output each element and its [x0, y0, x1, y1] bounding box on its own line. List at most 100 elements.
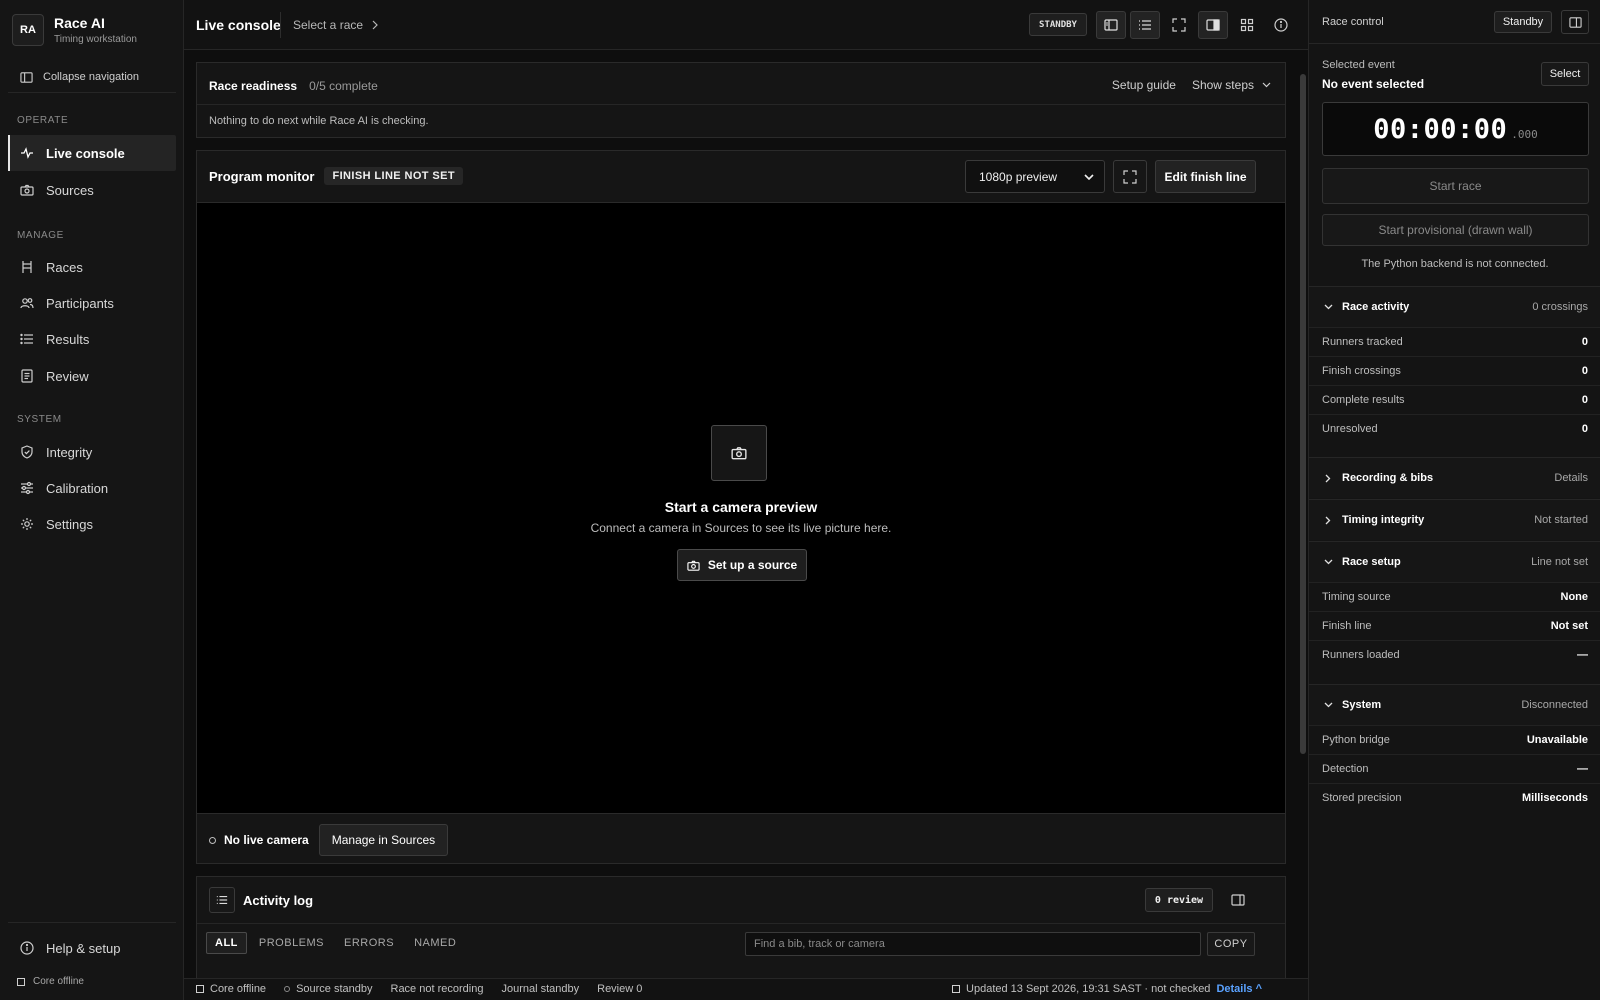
race-setup-header[interactable]: Race setup Line not set	[1309, 542, 1600, 582]
race-activity-header[interactable]: Race activity 0 crossings	[1309, 287, 1600, 327]
system-header[interactable]: System Disconnected	[1309, 685, 1600, 725]
filter-tab-errors[interactable]: ERRORS	[336, 932, 402, 954]
finish-flag-icon	[22, 261, 32, 273]
recording-bibs-header[interactable]: Recording & bibs Details	[1309, 458, 1600, 498]
grid-icon	[1240, 18, 1254, 32]
expand-icon	[1172, 18, 1186, 32]
kv-row: Timing source None	[1309, 582, 1600, 611]
select-race-breadcrumb[interactable]: Select a race	[293, 18, 379, 32]
sidebar-item-review[interactable]: Review	[8, 358, 176, 394]
system-section: System Disconnected Python bridge Unavail…	[1309, 684, 1600, 812]
section-label-operate: OPERATE	[17, 115, 69, 126]
readiness-title: Race readiness	[209, 79, 298, 93]
fullscreen-button[interactable]	[1164, 11, 1194, 39]
readiness-count: 0/5 complete	[309, 79, 378, 93]
sidebar-item-sources[interactable]: Sources	[8, 172, 176, 208]
layout-sidebar-button[interactable]	[1096, 11, 1126, 39]
kv-row: Complete results 0	[1309, 385, 1600, 414]
update-status-indicator	[952, 985, 961, 993]
activity-filter-tabs: ALL PROBLEMS ERRORS NAMED	[206, 932, 468, 954]
status-core-label: Core offline	[210, 983, 267, 995]
monitor-fullscreen-button[interactable]	[1113, 160, 1147, 193]
manage-in-sources-button[interactable]: Manage in Sources	[318, 824, 449, 856]
chevron-right-icon	[372, 20, 378, 30]
kv-key: Stored precision	[1322, 792, 1402, 804]
grid-view-button[interactable]	[1232, 11, 1262, 39]
start-race-button[interactable]: Start race	[1322, 168, 1589, 204]
right-panel-icon	[1568, 16, 1582, 28]
kv-row: Python bridge Unavailable	[1309, 725, 1600, 754]
filter-tab-problems[interactable]: PROBLEMS	[251, 932, 332, 954]
live-camera-status: No live camera	[224, 833, 309, 847]
brand-title: Race AI	[54, 15, 105, 31]
select-race-label: Select a race	[293, 18, 364, 32]
sidebar-item-label: Integrity	[46, 444, 93, 460]
activity-panel-toggle[interactable]	[1227, 889, 1249, 911]
status-review: Review 0	[597, 983, 643, 995]
chevron-down-icon	[1084, 173, 1094, 180]
chevron-down-icon	[1324, 559, 1332, 565]
copy-log-button[interactable]: COPY	[1207, 932, 1255, 956]
timing-integrity-section: Timing integrity Not started	[1309, 499, 1600, 540]
activity-log-menu-button[interactable]	[209, 887, 235, 913]
setup-guide-link[interactable]: Setup guide	[1112, 78, 1176, 92]
filter-tab-named[interactable]: NAMED	[406, 932, 464, 954]
section-title: Recording & bibs	[1342, 472, 1434, 484]
sidebar-item-label: Races	[46, 259, 83, 275]
expand-icon	[1123, 169, 1137, 184]
sidebar-item-races[interactable]: Races	[8, 249, 176, 285]
kv-value: Milliseconds	[1521, 792, 1588, 804]
sidebar-item-live-console[interactable]: Live console	[8, 135, 176, 171]
backend-status-message: The Python backend is not connected.	[1361, 258, 1549, 270]
right-panel-toggle-button[interactable]	[1198, 11, 1228, 39]
brand: RA Race AI Timing workstation	[12, 14, 137, 46]
race-activity-section: Race activity 0 crossings Runners tracke…	[1309, 286, 1600, 443]
brand-subtitle: Timing workstation	[54, 34, 137, 45]
layout-list-button[interactable]	[1130, 11, 1160, 39]
video-preview-area: Start a camera preview Connect a camera …	[197, 202, 1285, 814]
activity-search-input[interactable]	[745, 932, 1201, 956]
start-provisional-button[interactable]: Start provisional (drawn wall)	[1322, 214, 1589, 246]
kv-key: Detection	[1322, 763, 1369, 775]
sidebar-item-calibration[interactable]: Calibration	[8, 470, 176, 506]
camera-icon	[687, 560, 700, 571]
preview-quality-value: 1080p preview	[979, 169, 1058, 184]
section-meta: Not started	[1534, 514, 1588, 526]
sidebar-item-integrity[interactable]: Integrity	[8, 434, 176, 470]
review-count-badge[interactable]: 0 review	[1145, 888, 1213, 912]
status-bar: Core offline Source standby Race not rec…	[184, 978, 1308, 1000]
timing-integrity-header[interactable]: Timing integrity Not started	[1309, 500, 1600, 540]
section-meta: Details	[1554, 472, 1588, 484]
sidebar-item-help[interactable]: Help & setup	[8, 930, 176, 966]
scrollbar-thumb[interactable]	[1300, 74, 1306, 754]
empty-state-title: Start a camera preview	[664, 499, 818, 515]
preview-quality-select[interactable]: 1080p preview	[965, 160, 1105, 193]
kv-row: Detection —	[1309, 754, 1600, 783]
core-status: Core offline	[17, 976, 84, 987]
sidebar-item-participants[interactable]: Participants	[8, 285, 176, 321]
filter-tab-all[interactable]: ALL	[206, 932, 247, 954]
right-panel-icon	[1231, 894, 1245, 906]
sidebar-item-label: Help & setup	[46, 940, 121, 956]
set-up-source-button[interactable]: Set up a source	[677, 549, 807, 581]
kv-value: —	[1577, 649, 1588, 661]
status-race: Race not recording	[390, 983, 484, 995]
section-title: System	[1342, 699, 1382, 711]
select-event-button[interactable]: Select	[1541, 62, 1589, 86]
edit-finish-line-button[interactable]: Edit finish line	[1155, 160, 1256, 193]
race-setup-section: Race setup Line not set Timing source Non…	[1309, 541, 1600, 669]
status-details-link[interactable]: Details ^	[1216, 983, 1262, 995]
sidebar-item-label: Participants	[46, 295, 114, 311]
main-scrollbar[interactable]	[1300, 60, 1306, 956]
live-camera-indicator	[209, 836, 216, 844]
info-button[interactable]	[1266, 11, 1296, 39]
set-up-source-label: Set up a source	[707, 558, 798, 572]
kv-row: Unresolved 0	[1309, 414, 1600, 443]
show-steps-button[interactable]: Show steps	[1192, 78, 1271, 92]
section-title: Timing integrity	[1342, 514, 1425, 526]
race-control-collapse-button[interactable]	[1561, 10, 1589, 34]
collapse-navigation-button[interactable]: Collapse navigation	[12, 66, 172, 88]
sidebar-item-settings[interactable]: Settings	[8, 506, 176, 542]
chevron-right-icon	[1325, 516, 1331, 524]
sidebar-item-results[interactable]: Results	[8, 321, 176, 357]
